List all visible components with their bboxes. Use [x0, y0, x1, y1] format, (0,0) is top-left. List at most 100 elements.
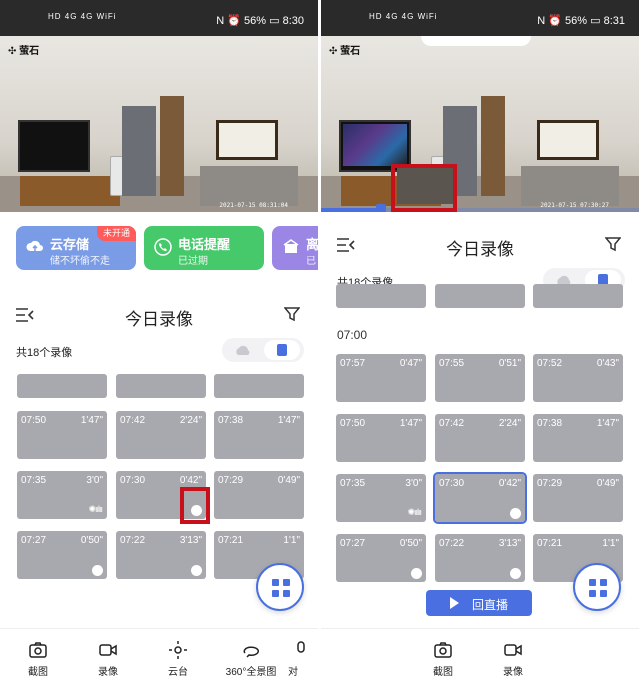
recording-duration: 3'0" [405, 478, 422, 489]
battery-level: 56% [565, 15, 588, 27]
highlight-box [391, 164, 457, 212]
video-timestamp: 2021-07-15 08:31:04 [219, 202, 288, 209]
recording-thumbnail-partial[interactable] [116, 374, 206, 398]
bottom-toolbar: 截图 录像 [321, 628, 639, 690]
storage-toggle[interactable] [222, 338, 304, 362]
recordings-header: 今日录像 [0, 302, 318, 332]
recording-thumbnail-partial[interactable] [17, 374, 107, 398]
recording-thumbnail-partial[interactable] [336, 284, 426, 308]
bottom-toolbar: 截图 录像 云台 360°全景图 对 [0, 628, 318, 690]
recording-thumbnail[interactable]: 07:38 1'47" [533, 414, 623, 462]
status-right: N ⏰ 56% ▭ 8:31 [537, 14, 625, 27]
recording-thumbnail[interactable]: 07:52 0'43" [533, 354, 623, 402]
recording-time: 07:30 [439, 478, 465, 489]
recording-duration: 2'24" [179, 415, 202, 426]
card-title: 电话提醒 [178, 237, 231, 252]
live-video[interactable]: ✣ 萤石 2021-07-15 08:31:04 [0, 36, 318, 212]
toolbar-record[interactable]: 录像 [483, 641, 543, 678]
recording-thumbnail[interactable]: 07:35 3'0" ✺ıılıı [17, 471, 107, 519]
progress-handle[interactable] [376, 204, 387, 212]
left-phone-screen: HD 4G 4G WiFi N ⏰ 56% ▭ 8:30 ✣ 萤石 2021-0… [0, 0, 318, 690]
recording-thumbnail[interactable]: 07:27 0'50" [336, 534, 426, 582]
playback-progress[interactable] [321, 208, 639, 212]
recording-time: 07:22 [120, 535, 146, 546]
offline-card[interactable]: 离 已 [272, 226, 318, 270]
recording-thumbnail[interactable]: 07:57 0'47" [336, 354, 426, 402]
grid-icon [272, 590, 279, 597]
toolbar-record[interactable]: 录像 [78, 641, 138, 678]
recording-thumbnail-partial[interactable] [435, 284, 525, 308]
home-icon [283, 239, 299, 253]
brand-logo: ✣ 萤石 [329, 46, 361, 57]
card-title: 离 [306, 237, 318, 252]
recording-thumbnail[interactable]: 07:22 3'13" [116, 531, 206, 579]
signal-icons: HD 4G 4G WiFi [369, 12, 438, 21]
recording-thumbnail[interactable]: 07:29 0'49" [214, 471, 304, 519]
video-icon [504, 644, 522, 656]
playback-video[interactable]: ✣ 萤石 2021-07-15 07:30:27 [321, 36, 639, 212]
card-subtitle: 已过期 [178, 256, 208, 267]
fan-icon: ✣ [8, 46, 20, 57]
recording-duration: 1'1" [602, 538, 619, 549]
status-badge: 未开通 [96, 226, 136, 241]
recording-duration: 0'51" [498, 358, 521, 369]
brand-logo: ✣ 萤石 [8, 46, 40, 57]
grid-view-button[interactable] [573, 563, 621, 611]
recording-duration: 0'42" [498, 478, 521, 489]
recording-duration: 0'42" [179, 475, 202, 486]
page-title: 今日录像 [125, 310, 193, 329]
cloud-storage-card[interactable]: 云存储 储不坏偷不走 未开通 [16, 226, 136, 270]
microphone-icon [297, 641, 305, 653]
battery-icon: ▭ [269, 15, 280, 27]
recording-duration: 2'24" [498, 418, 521, 429]
recording-time: 07:50 [340, 418, 366, 429]
recording-thumbnail[interactable]: 07:35 3'0" ✺ıılıı [336, 474, 426, 522]
recording-thumbnail-partial[interactable] [533, 284, 623, 308]
recording-thumbnail[interactable]: 07:50 1'47" [336, 414, 426, 462]
recording-time: 07:42 [439, 418, 465, 429]
recording-thumbnail[interactable]: 07:50 1'47" [17, 411, 107, 459]
page-title: 今日录像 [446, 240, 514, 259]
clock: 8:30 [282, 15, 304, 27]
toolbar-panorama[interactable]: 360°全景图 [218, 641, 284, 678]
right-phone-screen: HD 4G 4G WiFi N ⏰ 56% ▭ 8:31 ✣ 萤石 2021-0… [321, 0, 639, 690]
filter-icon[interactable] [284, 306, 300, 322]
recording-duration: 1'47" [80, 415, 103, 426]
recording-thumbnail[interactable]: 07:30 0'42" [433, 472, 527, 524]
recording-duration: 0'50" [399, 538, 422, 549]
grid-view-button[interactable] [256, 563, 304, 611]
recording-thumbnail-partial[interactable] [214, 374, 304, 398]
cloud-icon[interactable] [234, 344, 252, 356]
recording-thumbnail[interactable]: 07:55 0'51" [435, 354, 525, 402]
recording-time: 07:29 [218, 475, 244, 486]
recording-time: 07:50 [21, 415, 47, 426]
grid-icon [589, 579, 596, 586]
status-right: N ⏰ 56% ▭ 8:30 [216, 14, 304, 27]
signal-icons: HD 4G 4G WiFi [48, 12, 117, 21]
recording-duration: 0'43" [596, 358, 619, 369]
back-to-live-button[interactable]: 回直播 [426, 590, 532, 616]
grid-icon [283, 579, 290, 586]
toolbar-talk[interactable]: 对 [288, 641, 318, 678]
recording-time: 07:22 [439, 538, 465, 549]
recording-thumbnail[interactable]: 07:22 3'13" [435, 534, 525, 582]
toolbar-screenshot[interactable]: 截图 [8, 641, 68, 678]
recording-thumbnail[interactable]: 07:42 2'24" [435, 414, 525, 462]
pet-icon [191, 565, 202, 576]
recording-thumbnail[interactable]: 07:29 0'49" [533, 474, 623, 522]
recording-thumbnail[interactable]: 07:38 1'47" [214, 411, 304, 459]
recording-thumbnail[interactable]: 07:42 2'24" [116, 411, 206, 459]
phone-alert-card[interactable]: 电话提醒 已过期 [144, 226, 264, 270]
sd-card-option[interactable] [264, 340, 300, 360]
pet-icon [510, 508, 521, 519]
nfc-icon: N ⏰ [216, 15, 245, 27]
recording-time: 07:42 [120, 415, 146, 426]
toolbar-screenshot[interactable]: 截图 [413, 641, 473, 678]
video-icon [99, 644, 117, 656]
recording-duration: 1'47" [399, 418, 422, 429]
recording-thumbnail[interactable]: 07:27 0'50" [17, 531, 107, 579]
recording-time: 07:21 [537, 538, 563, 549]
toolbar-ptz[interactable]: 云台 [148, 641, 208, 678]
recording-time: 07:30 [120, 475, 146, 486]
filter-icon[interactable] [605, 236, 621, 252]
